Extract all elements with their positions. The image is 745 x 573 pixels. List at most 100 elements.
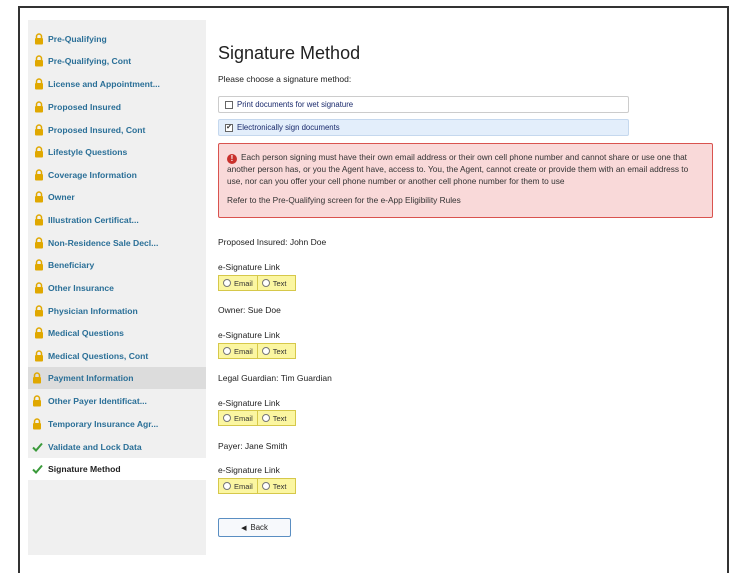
radio-label: Email	[234, 413, 253, 423]
lock-icon	[34, 101, 44, 113]
sidebar-item-validate[interactable]: Validate and Lock Data	[28, 436, 206, 458]
lock-icon	[34, 282, 44, 294]
sidebar-item-proposed-insured-cont[interactable]: Proposed Insured, Cont	[28, 119, 206, 141]
sidebar-item-payment[interactable]: Payment Information	[28, 367, 206, 389]
email-radio[interactable]: Email	[219, 479, 257, 493]
delivery-method-group: Email Text	[218, 478, 296, 494]
checkbox-checked[interactable]: ✔	[225, 123, 233, 132]
radio-label: Email	[234, 481, 253, 491]
radio-label: Text	[272, 413, 287, 423]
sidebar-item-coverage[interactable]: Coverage Information	[28, 164, 206, 186]
sidebar-item-owner[interactable]: Owner	[28, 186, 206, 208]
sidebar-item-license[interactable]: License and Appointment...	[28, 73, 206, 95]
radio-circle	[261, 414, 270, 422]
exclamation-icon: !	[227, 154, 237, 164]
signature-method-prompt: Please choose a signature method:	[218, 74, 352, 84]
email-radio[interactable]: Email	[219, 344, 257, 358]
alert-text: Each person signing must have their own …	[227, 152, 689, 186]
lock-icon	[34, 350, 44, 362]
radio-circle	[223, 414, 231, 422]
radio-circle	[223, 482, 231, 490]
lock-icon	[32, 418, 42, 430]
sidebar-item-label: Beneficiary	[48, 260, 95, 270]
sidebar-item-label: Proposed Insured, Cont	[48, 125, 146, 135]
sidebar-item-label: Signature Method	[48, 464, 121, 474]
radio-circle	[223, 279, 231, 287]
option-label: Print documents for wet signature	[237, 100, 354, 109]
back-button-label: Back	[250, 523, 268, 532]
lock-icon	[34, 124, 44, 136]
signer-name: Payer: Jane Smith	[218, 441, 288, 451]
checkbox[interactable]	[225, 100, 233, 109]
sidebar-item-non-residence[interactable]: Non-Residence Sale Decl...	[28, 232, 206, 254]
radio-circle	[261, 347, 270, 355]
sidebar-item-beneficiary[interactable]: Beneficiary	[28, 254, 206, 276]
sidebar-item-temporary-insurance[interactable]: Temporary Insurance Agr...	[28, 413, 206, 435]
text-radio[interactable]: Text	[256, 411, 291, 425]
sidebar-item-lifestyle[interactable]: Lifestyle Questions	[28, 141, 206, 163]
radio-label: Email	[234, 346, 253, 356]
sidebar-item-signature-method[interactable]: Signature Method	[28, 458, 206, 480]
sidebar-item-physician[interactable]: Physician Information	[28, 300, 206, 322]
sidebar-item-label: Payment Information	[48, 373, 134, 383]
radio-circle	[261, 279, 270, 287]
sidebar-item-label: Temporary Insurance Agr...	[48, 419, 159, 429]
sidebar-item-label: Pre-Qualifying, Cont	[48, 56, 132, 66]
lock-icon	[34, 33, 44, 45]
radio-label: Text	[272, 481, 287, 491]
radio-circle	[223, 347, 231, 355]
lock-icon	[34, 214, 44, 226]
sidebar-item-label: Proposed Insured	[48, 102, 122, 112]
sidebar-item-label: Coverage Information	[48, 170, 137, 180]
esignature-link-label: e-Signature Link	[218, 262, 280, 272]
sidebar-item-pre-qualifying[interactable]: Pre-Qualifying	[28, 28, 206, 50]
lock-icon	[34, 259, 44, 271]
page-title: Signature Method	[218, 43, 361, 63]
email-radio[interactable]: Email	[219, 411, 257, 425]
delivery-method-group: Email Text	[218, 343, 296, 359]
text-radio[interactable]: Text	[256, 276, 291, 290]
sidebar-item-proposed-insured[interactable]: Proposed Insured	[28, 96, 206, 118]
sidebar-item-medical-questions-cont[interactable]: Medical Questions, Cont	[28, 345, 206, 367]
lock-icon	[34, 305, 44, 317]
sidebar-item-label: Illustration Certificat...	[48, 215, 139, 225]
esignature-link-label: e-Signature Link	[218, 465, 280, 475]
chevron-left-icon: ◀	[241, 524, 247, 532]
text-radio[interactable]: Text	[256, 344, 291, 358]
email-radio[interactable]: Email	[219, 276, 257, 290]
sidebar-item-other-payer[interactable]: Other Payer Identificat...	[28, 390, 206, 412]
radio-circle	[261, 482, 270, 490]
check-icon	[32, 463, 43, 475]
sidebar-item-illustration[interactable]: Illustration Certificat...	[28, 209, 206, 231]
lock-icon	[34, 146, 44, 158]
sidebar-item-label: Medical Questions, Cont	[48, 351, 149, 361]
sidebar-item-label: Lifestyle Questions	[48, 147, 128, 157]
sidebar-item-label: Pre-Qualifying	[48, 34, 107, 44]
lock-icon	[32, 372, 42, 384]
signer-name: Legal Guardian: Tim Guardian	[218, 373, 332, 383]
option-electronic-signature[interactable]: ✔ Electronically sign documents	[218, 119, 629, 136]
lock-icon	[34, 327, 44, 339]
lock-icon	[34, 169, 44, 181]
sidebar-item-label: License and Appointment...	[48, 79, 160, 89]
back-button[interactable]: ◀ Back	[218, 518, 291, 537]
radio-label: Email	[234, 278, 253, 288]
sidebar-item-medical-questions[interactable]: Medical Questions	[28, 322, 206, 344]
check-icon	[32, 441, 43, 453]
sidebar-item-label: Owner	[48, 192, 75, 202]
lock-icon	[32, 395, 42, 407]
sidebar-item-pre-qualifying-cont[interactable]: Pre-Qualifying, Cont	[28, 50, 206, 72]
text-radio[interactable]: Text	[256, 479, 291, 493]
lock-icon	[34, 191, 44, 203]
sidebar-item-label: Other Insurance	[48, 283, 114, 293]
sidebar-nav: Pre-Qualifying Pre-Qualifying, Cont Lice…	[28, 20, 206, 555]
lock-icon	[34, 78, 44, 90]
option-wet-signature[interactable]: Print documents for wet signature	[218, 96, 629, 113]
sidebar-item-other-insurance[interactable]: Other Insurance	[28, 277, 206, 299]
esignature-link-label: e-Signature Link	[218, 398, 280, 408]
sidebar-item-label: Non-Residence Sale Decl...	[48, 238, 159, 248]
esignature-link-label: e-Signature Link	[218, 330, 280, 340]
eligibility-alert: ! Each person signing must have their own…	[218, 143, 713, 218]
radio-label: Text	[272, 278, 287, 288]
delivery-method-group: Email Text	[218, 275, 296, 291]
